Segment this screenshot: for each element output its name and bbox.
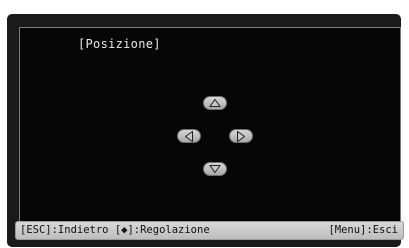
status-hint-left: [ESC]:Indietro [◆]:Regolazione	[20, 224, 210, 236]
move-right-button[interactable]	[229, 129, 253, 143]
move-up-button[interactable]	[203, 96, 227, 110]
move-down-button[interactable]	[203, 162, 227, 176]
page-title: [Posizione]	[78, 37, 161, 51]
arrow-left-icon	[185, 130, 193, 142]
arrow-up-icon	[209, 99, 221, 107]
arrow-down-icon	[209, 165, 221, 173]
position-screen	[19, 27, 401, 227]
move-left-button[interactable]	[177, 129, 201, 143]
status-hint-exit: [Menu]:Esci	[328, 224, 398, 236]
arrow-right-icon	[237, 130, 245, 142]
status-bar: [ESC]:Indietro [◆]:Regolazione [Menu]:Es…	[15, 221, 404, 240]
